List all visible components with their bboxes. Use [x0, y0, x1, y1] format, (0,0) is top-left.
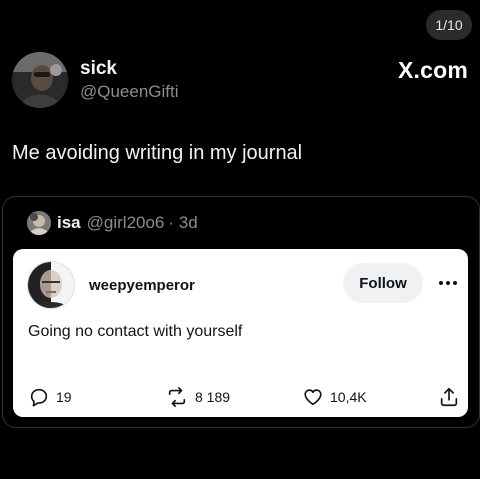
reply-icon	[28, 386, 50, 408]
like-action[interactable]: 10,4K	[302, 385, 367, 409]
share-action[interactable]	[438, 385, 460, 409]
repost-icon	[165, 386, 189, 408]
like-count: 10,4K	[330, 389, 367, 405]
author-name[interactable]: sick	[80, 58, 117, 80]
brand-label: X.com	[397, 57, 468, 83]
heart-icon	[302, 386, 324, 408]
author-avatar[interactable]	[12, 52, 68, 108]
quoted-tweet-header: isa @girl20o6 · 3d	[27, 211, 198, 235]
screenshot-page: 1/10 X.com sick @QueenGifti Me avoiding …	[0, 0, 480, 479]
inner-author-avatar[interactable]	[27, 261, 75, 309]
author-handle[interactable]: @QueenGifti	[80, 82, 179, 102]
action-bar: 19 8 189 10,4K	[28, 385, 458, 409]
quoted-tweet-card[interactable]: isa @girl20o6 · 3d weepyemperor Follow G…	[2, 196, 480, 428]
image-counter: 1/10	[426, 10, 472, 40]
quoted-author-name[interactable]: isa	[57, 213, 81, 233]
quoted-time: · 3d	[168, 213, 198, 232]
image-counter-label: 1/10	[435, 17, 463, 33]
more-icon[interactable]	[436, 271, 460, 295]
repost-count: 8 189	[195, 389, 231, 405]
reply-count: 19	[56, 389, 72, 405]
share-icon	[438, 386, 460, 408]
inner-author-avatar-image	[28, 262, 74, 308]
repost-action[interactable]: 8 189	[165, 385, 230, 409]
inner-author-name[interactable]: weepyemperor	[89, 277, 195, 294]
reply-action[interactable]: 19	[28, 385, 72, 409]
tweet-text: Me avoiding writing in my journal	[12, 142, 303, 164]
quoted-author-avatar-image	[27, 211, 51, 235]
quoted-author-avatar[interactable]	[27, 211, 51, 235]
brand-watermark: X.com	[398, 57, 468, 84]
screenshot-tweet-card: weepyemperor Follow Going no contact wit…	[13, 249, 468, 417]
follow-button[interactable]: Follow	[343, 263, 423, 303]
author-avatar-image	[12, 52, 68, 108]
quoted-author-handle[interactable]: @girl20o6	[87, 213, 165, 233]
inner-tweet-text: Going no contact with yourself	[28, 323, 243, 340]
